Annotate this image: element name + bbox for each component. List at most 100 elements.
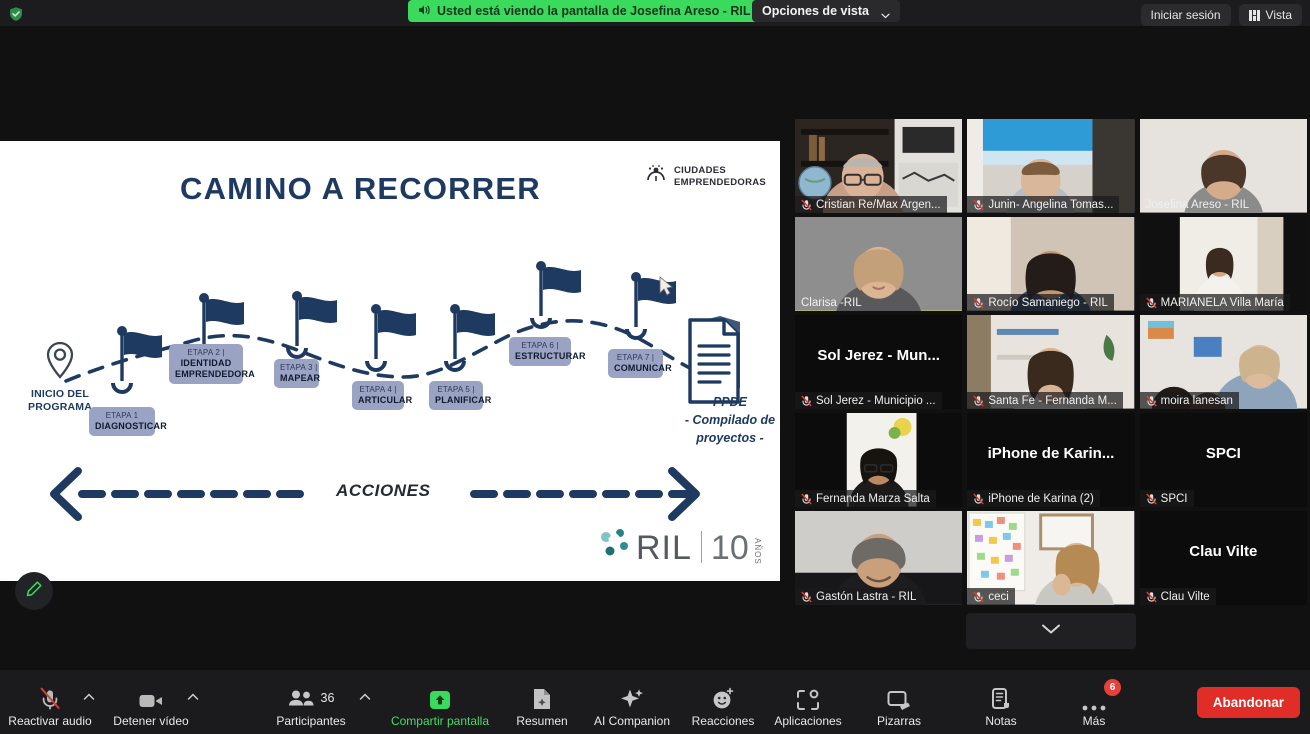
presentation-slide: CAMINO A RECORRER CIUDADES EMPRENDEDORAS (0, 141, 780, 581)
notes-icon (990, 685, 1012, 711)
video-tile-iphone-karina[interactable]: iPhone de Karin... iPhone de Karina (2) (967, 413, 1135, 507)
tile-name-bar: Gastón Lastra - RIL (795, 588, 923, 605)
microphone-muted-icon (1145, 590, 1157, 603)
stage-3-number: ETAPA 3 | (280, 363, 318, 372)
video-tile-moira[interactable]: moira lanesan (1139, 315, 1307, 409)
toolbar-button-reactions[interactable]: Reacciones (683, 685, 763, 728)
tile-name-label: Fernanda Marza Salta (816, 492, 930, 505)
tile-name-bar: moira lanesan (1139, 392, 1239, 409)
toolbar-button-apps[interactable]: Aplicaciones (763, 685, 853, 728)
toolbar-label-apps: Aplicaciones (774, 714, 842, 728)
tile-name-bar: SPCI (1139, 490, 1194, 507)
tile-name-label: Clau Vilte (1160, 590, 1210, 603)
video-tile-spci[interactable]: SPCI SPCI (1139, 413, 1307, 507)
video-row: Sol Jerez - Mun... Sol Jerez - Municipio… (795, 315, 1307, 409)
start-marker-line-1: INICIO DEL (30, 388, 89, 400)
zoom-meeting-window: Usted está viendo la pantalla de Josefin… (0, 0, 1310, 734)
video-tile-sol-jerez[interactable]: Sol Jerez - Mun... Sol Jerez - Municipio… (795, 315, 963, 409)
stage-5-value: PLANIFICAR (435, 395, 492, 405)
scroll-down-button[interactable] (966, 613, 1136, 649)
tile-name-label: moira lanesan (1160, 394, 1233, 407)
video-tile-rocio[interactable]: Rocío Samaniego - RIL (967, 217, 1135, 311)
sparkle-icon (619, 685, 645, 711)
toolbar-button-more[interactable]: 6 Más (1066, 679, 1122, 728)
apps-icon (796, 685, 820, 711)
microphone-muted-icon (973, 492, 985, 505)
microphone-muted-icon (973, 296, 985, 309)
view-options-label: Opciones de vista (762, 4, 869, 18)
tile-name-bar: Clarisa -RIL (795, 294, 868, 311)
share-screen-icon (427, 685, 453, 711)
video-tile-fernanda-marza[interactable]: Fernanda Marza Salta (795, 413, 963, 507)
stage-2-value: IDENTIDAD EMPRENDEDORA (175, 358, 255, 379)
tile-name-bar: ceci (967, 588, 1015, 605)
tile-name-bar: Sol Jerez - Municipio ... (795, 392, 942, 409)
summary-doc-icon (531, 685, 553, 711)
chevron-down-icon (881, 8, 890, 19)
stage-1-number: ETAPA 1 (105, 411, 139, 420)
microphone-muted-icon (1145, 394, 1157, 407)
ril-molecule-icon (598, 526, 632, 565)
microphone-muted-icon (973, 394, 985, 407)
top-bar: Usted está viendo la pantalla de Josefin… (0, 0, 1310, 26)
video-tile-ceci[interactable]: ceci (967, 511, 1135, 605)
toolbar-button-notes[interactable]: Notas (962, 685, 1040, 728)
participants-count: 36 (320, 691, 335, 705)
microphone-muted-icon (1145, 492, 1157, 505)
map-pin-icon (45, 341, 75, 383)
tile-name-label: Josefina Areso - RIL (1145, 198, 1250, 211)
shared-screen-stage[interactable]: CAMINO A RECORRER CIUDADES EMPRENDEDORAS (0, 141, 780, 581)
video-tile-clau-vilte[interactable]: Clau Vilte Clau Vilte (1139, 511, 1307, 605)
video-tile-cristian[interactable]: Cristian Re/Max Argen... (795, 119, 963, 213)
journey-path-graphic (50, 261, 740, 521)
stage-2-number: ETAPA 2 | (187, 348, 225, 357)
microphone-muted-icon (801, 198, 812, 211)
video-tile-josefina[interactable]: Josefina Areso - RIL (1139, 119, 1307, 213)
more-dots-icon: 6 (1081, 679, 1121, 711)
camera-icon (138, 685, 164, 711)
ril-logo: RIL 10 AÑOS (598, 526, 762, 565)
tile-name-label: Santa Fe - Fernanda M... (988, 394, 1117, 407)
more-badge-count: 6 (1104, 679, 1121, 696)
toolbar-button-whiteboards[interactable]: Pizarras (858, 685, 940, 728)
participants-icon: 36 (288, 685, 335, 711)
video-tile-gaston[interactable]: Gastón Lastra - RIL (795, 511, 963, 605)
toolbar-button-video[interactable]: Detener vídeo (104, 685, 198, 728)
mute-options-caret[interactable] (82, 690, 96, 704)
tile-name-bar: Josefina Areso - RIL (1140, 196, 1256, 213)
video-tile-marianela[interactable]: MARIANELA Villa María (1139, 217, 1307, 311)
grid-layout-icon (1248, 9, 1260, 21)
microphone-muted-icon (801, 590, 812, 603)
screen-share-notice-text: Usted está viendo la pantalla de Josefin… (437, 4, 751, 18)
tile-name-label: Clarisa -RIL (801, 296, 862, 309)
toolbar-button-participants[interactable]: 36 Participantes (266, 685, 356, 728)
annotate-button[interactable] (15, 572, 53, 610)
toolbar-button-ai-companion[interactable]: AI Companion (583, 685, 681, 728)
stage-chip-4: ETAPA 4 | ARTICULAR (352, 381, 412, 410)
sign-in-button[interactable]: Iniciar sesión (1140, 4, 1231, 26)
toolbar-button-share-screen[interactable]: Compartir pantalla (380, 685, 500, 728)
view-button[interactable]: Vista (1238, 4, 1302, 26)
participants-options-caret[interactable] (358, 690, 372, 704)
smiley-reaction-icon (711, 685, 735, 711)
leave-meeting-button[interactable]: Abandonar (1196, 687, 1300, 718)
documents-icon (688, 316, 740, 404)
video-tile-clarisa[interactable]: Clarisa -RIL (795, 217, 963, 311)
view-options-button[interactable]: Opciones de vista (752, 0, 900, 22)
top-right-buttons: Iniciar sesión Vista (1140, 4, 1302, 26)
stage-chip-7: ETAPA 7 | COMUNICAR (608, 349, 672, 378)
tile-name-label: Junin- Angelina Tomas... (988, 198, 1114, 211)
video-tile-junin[interactable]: Junin- Angelina Tomas... (967, 119, 1135, 213)
toolbar-button-summary[interactable]: Resumen (505, 685, 579, 728)
divider (700, 531, 702, 563)
video-row: Fernanda Marza Salta iPhone de Karin... … (795, 413, 1307, 507)
ppde-line-1: PPDE (712, 395, 748, 409)
toolbar-button-mute[interactable]: Reactivar audio (6, 685, 94, 728)
video-tile-santa-fe[interactable]: Santa Fe - Fernanda M... (967, 315, 1135, 409)
video-options-caret[interactable] (186, 690, 200, 704)
tile-name-bar: Clau Vilte (1139, 588, 1216, 605)
toolbar-label-whiteboards: Pizarras (876, 714, 921, 728)
stage-6-number: ETAPA 6 | (521, 341, 559, 350)
tile-name-label: MARIANELA Villa María (1160, 296, 1284, 309)
ril-wordmark: RIL (636, 529, 692, 567)
